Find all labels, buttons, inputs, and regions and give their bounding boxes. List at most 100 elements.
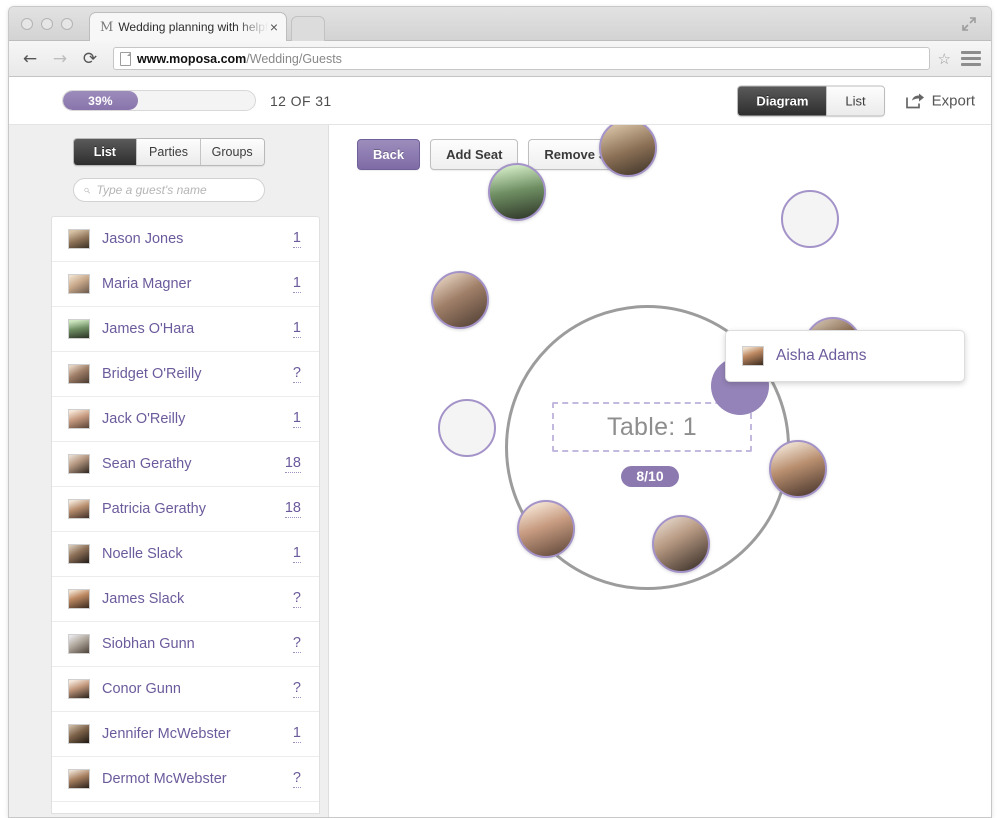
seat-occupied-2[interactable] — [488, 163, 546, 221]
close-icon[interactable]: × — [268, 20, 280, 34]
guest-row[interactable]: Conor Gunn? — [52, 667, 319, 712]
guest-list[interactable]: Jason Jones 1 Maria Magner 1 James O'Hara 1 Br… — [51, 216, 320, 814]
search-input[interactable] — [96, 183, 254, 197]
guest-name: Patricia Gerathy — [102, 501, 206, 517]
seat-occupied-6[interactable] — [769, 440, 827, 498]
browser-tab-strip: M Wedding planning with helpf × — [9, 7, 991, 41]
guest-avatar — [68, 724, 90, 744]
progress-bar-fill: 39% — [63, 91, 138, 110]
maximize-icon[interactable] — [961, 16, 977, 32]
guest-avatar — [68, 319, 90, 339]
guest-avatar — [68, 634, 90, 654]
guest-count[interactable]: 1 — [292, 725, 301, 743]
guest-row[interactable]: James O'Hara 1 — [52, 307, 319, 352]
guest-count[interactable]: 1 — [292, 275, 301, 293]
guest-name: James O'Hara — [102, 321, 195, 337]
tooltip-guest-name: Aisha Adams — [776, 347, 867, 364]
guest-sidebar: List Parties Groups Jason Jones1Maria Ma… — [9, 125, 329, 817]
progress-count-label: 12 OF 31 — [270, 92, 332, 109]
browser-tab[interactable]: M Wedding planning with helpf × — [89, 12, 287, 41]
guest-tooltip: Aisha Adams — [725, 330, 965, 382]
guest-count[interactable]: ? — [292, 590, 301, 608]
hamburger-menu-icon[interactable] — [961, 49, 981, 69]
guest-row[interactable]: James Slack? — [52, 577, 319, 622]
view-toggle-diagram[interactable]: Diagram — [738, 86, 828, 115]
guest-name: Jack O'Reilly — [102, 411, 186, 427]
seat-empty-2[interactable] — [781, 190, 839, 248]
guest-row[interactable]: Patricia Gerathy 18 — [52, 487, 319, 532]
guest-count[interactable]: ? — [292, 365, 301, 383]
table-stage: Table: 1 8/10 Aisha Adams — [329, 125, 991, 817]
table-name-field[interactable]: Table: 1 — [552, 402, 752, 452]
tooltip-avatar — [742, 346, 764, 366]
guest-row[interactable]: Jack O'Reilly 1 — [52, 397, 319, 442]
guest-row[interactable]: Maria Magner 1 — [52, 262, 319, 307]
guest-row[interactable]: Jason Jones 1 — [52, 217, 319, 262]
guest-count[interactable]: 1 — [292, 320, 301, 338]
guest-count[interactable]: 18 — [284, 455, 301, 473]
seat-empty-1[interactable] — [438, 399, 496, 457]
guest-row[interactable]: Siobhan Gunn? — [52, 622, 319, 667]
guest-count[interactable]: 1 — [292, 545, 301, 563]
progress-percent-label: 39% — [88, 93, 113, 108]
guest-row[interactable]: Bridget O'Reilly? — [52, 352, 319, 397]
view-toggle-list[interactable]: List — [827, 86, 884, 115]
seating-diagram: Back Add Seat Remove Seat Table: 1 8/10 — [329, 125, 991, 817]
rsvp-progress: 39% 12 OF 31 — [62, 90, 332, 111]
guest-avatar — [68, 364, 90, 384]
back-button[interactable]: ← — [19, 48, 41, 70]
guest-count[interactable]: ? — [292, 635, 301, 653]
guest-name: Sean Gerathy — [102, 456, 192, 472]
url-bar[interactable]: www.moposa.com/Wedding/Guests — [113, 47, 930, 70]
forward-button[interactable]: → — [49, 48, 71, 70]
app-toolbar: 39% 12 OF 31 Diagram List Export — [9, 77, 991, 125]
export-label: Export — [931, 92, 975, 109]
page-icon — [120, 51, 131, 66]
guest-count[interactable]: ? — [292, 770, 301, 788]
toolbar-right-group: Diagram List Export — [737, 85, 975, 116]
search-icon — [83, 187, 90, 193]
guest-avatar — [68, 454, 90, 474]
seat-occupied-5[interactable] — [652, 515, 710, 573]
browser-window: M Wedding planning with helpf × ← → ⟳ ww… — [8, 6, 992, 818]
sidebar-tab-list[interactable]: List — [73, 139, 138, 165]
bookmark-star-icon[interactable]: ☆ — [938, 50, 951, 68]
close-window-button[interactable] — [21, 18, 33, 30]
guest-avatar — [68, 409, 90, 429]
seat-count-badge: 8/10 — [621, 466, 679, 487]
zoom-window-button[interactable] — [61, 18, 73, 30]
guest-name: Conor Gunn — [102, 681, 181, 697]
guest-name: Dermot McWebster — [102, 771, 227, 787]
guest-row[interactable]: Dermot McWebster? — [52, 757, 319, 802]
url-path: /Wedding/Guests — [246, 51, 342, 66]
minimize-window-button[interactable] — [41, 18, 53, 30]
guest-avatar — [68, 679, 90, 699]
guest-row[interactable]: Sean Gerathy 18 — [52, 442, 319, 487]
seat-occupied-4[interactable] — [517, 500, 575, 558]
export-button[interactable]: Export — [905, 92, 975, 109]
table-name-label: Table: 1 — [607, 412, 697, 441]
seat-occupied-1[interactable] — [599, 125, 657, 177]
guest-name: Siobhan Gunn — [102, 636, 195, 652]
sidebar-tab-parties[interactable]: Parties — [137, 139, 201, 165]
guest-name: Maria Magner — [102, 276, 192, 292]
guest-search-box[interactable] — [72, 178, 265, 202]
guest-count[interactable]: 18 — [284, 500, 301, 518]
guest-row[interactable]: Jennifer McWebster 1 — [52, 712, 319, 757]
new-tab-button[interactable] — [291, 16, 325, 41]
guest-name: James Slack — [102, 591, 185, 607]
tab-title: Wedding planning with helpf — [118, 20, 268, 34]
seat-occupied-3[interactable] — [431, 271, 489, 329]
guest-row[interactable]: Noelle Slack 1 — [52, 532, 319, 577]
guest-name: Noelle Slack — [102, 546, 183, 562]
reload-button[interactable]: ⟳ — [79, 48, 101, 70]
guest-count[interactable]: 1 — [292, 410, 301, 428]
guest-count[interactable]: ? — [292, 680, 301, 698]
sidebar-tab-groups[interactable]: Groups — [200, 139, 264, 165]
sidebar-tab-group: List Parties Groups — [72, 138, 265, 166]
progress-bar-track: 39% — [62, 90, 256, 111]
browser-address-bar: ← → ⟳ www.moposa.com/Wedding/Guests ☆ — [9, 41, 991, 77]
window-controls[interactable] — [21, 18, 73, 30]
guest-count[interactable]: 1 — [292, 230, 301, 248]
guest-avatar — [68, 589, 90, 609]
